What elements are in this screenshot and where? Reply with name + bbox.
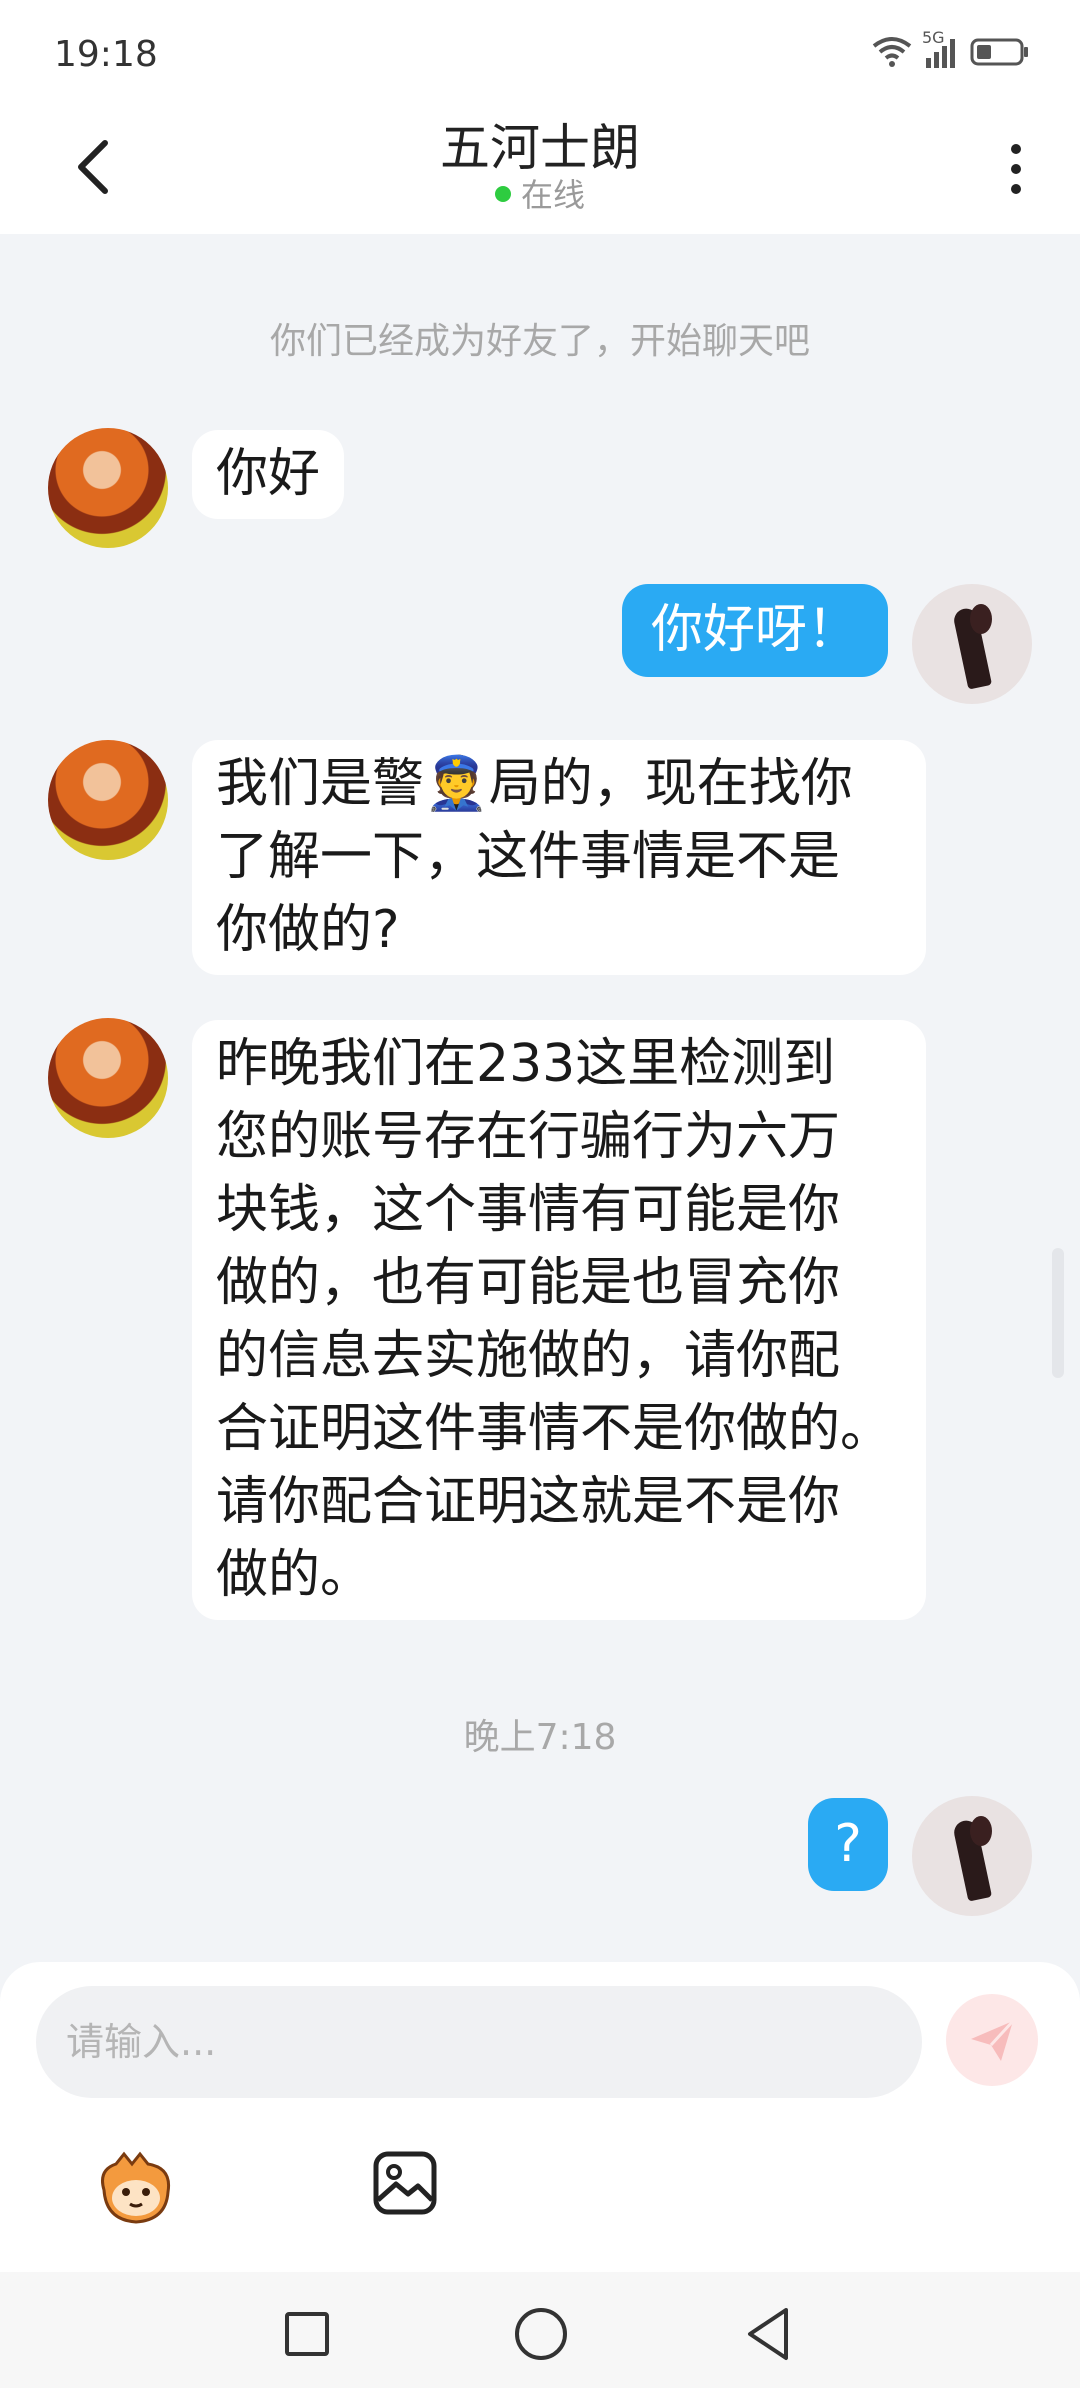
image-button[interactable] (372, 2150, 438, 2216)
send-button[interactable] (946, 1994, 1038, 2086)
more-vertical-icon-dot (1011, 184, 1021, 194)
recents-square-icon[interactable] (285, 2312, 329, 2356)
battery-icon (970, 36, 1030, 72)
message-line: 做的，也有可能是也冒充你 (216, 1253, 841, 1313)
message-text: 你好 (216, 444, 321, 504)
message-line: 的信息去实施做的，请你配 (216, 1326, 841, 1386)
contact-avatar[interactable] (48, 428, 168, 548)
scrollbar[interactable] (1052, 1248, 1064, 1378)
message-line: 请你配合证明这就是不是你 (216, 1472, 841, 1532)
network-type-label: 5G (922, 28, 945, 47)
message-bubble-outgoing[interactable]: ? (808, 1798, 888, 1891)
message-line: 我们是警👮局的，现在找你 (216, 754, 853, 814)
status-bar: 19:18 5G (0, 0, 1080, 108)
image-icon (373, 2151, 437, 2215)
composer-panel (0, 1962, 1080, 2272)
send-icon (971, 2019, 1015, 2061)
chat-header: 五河士朗 在线 (0, 108, 1080, 234)
contact-avatar[interactable] (48, 740, 168, 860)
system-nav-bar (0, 2272, 1080, 2388)
message-line: 您的账号存在行骗行为六万 (216, 1107, 841, 1167)
wifi-icon (872, 36, 912, 72)
message-line: 块钱，这个事情有可能是你 (216, 1180, 841, 1240)
message-bubble-incoming[interactable]: 昨晚我们在233这里检测到 您的账号存在行骗行为六万 块钱，这个事情有可能是你 … (192, 1020, 926, 1620)
message-input[interactable] (36, 1986, 922, 2098)
time-divider: 晚上7:18 (463, 1717, 617, 1758)
cellular-signal-icon: 5G (922, 28, 960, 72)
emoji-button[interactable] (94, 2150, 178, 2226)
emoji-mascot-icon (101, 2151, 171, 2224)
more-vertical-icon-dot (1011, 144, 1021, 154)
message-line: 了解一下，这件事情是不是 (216, 827, 841, 887)
message-line: 你做的? (216, 900, 400, 960)
message-bubble-incoming[interactable]: 你好 (192, 430, 345, 519)
status-time: 19:18 (54, 34, 158, 75)
more-vertical-icon-dot (1011, 164, 1021, 174)
message-text: ? (834, 1814, 862, 1874)
message-bubble-incoming[interactable]: 我们是警👮局的，现在找你 了解一下，这件事情是不是 你做的? (192, 740, 926, 975)
my-avatar[interactable] (912, 1796, 1032, 1916)
contact-avatar[interactable] (48, 1018, 168, 1138)
message-line: 昨晚我们在233这里检测到 (216, 1034, 836, 1094)
online-dot-icon (494, 186, 511, 202)
message-text: 你好呀！ (650, 600, 859, 660)
home-circle-icon[interactable] (515, 2308, 567, 2360)
message-line: 合证明这件事情不是你做的。 (216, 1399, 893, 1459)
more-options-button[interactable] (996, 134, 1036, 204)
system-note: 你们已经成为好友了，开始聊天吧 (269, 321, 810, 362)
presence-status: 在线 (0, 170, 1080, 216)
presence-label: 在线 (520, 176, 585, 214)
status-icons: 5G (872, 28, 1030, 72)
back-triangle-icon[interactable] (744, 2306, 792, 2366)
message-bubble-outgoing[interactable]: 你好呀！ (622, 584, 888, 677)
my-avatar[interactable] (912, 584, 1032, 704)
message-line: 做的。 (216, 1545, 373, 1605)
